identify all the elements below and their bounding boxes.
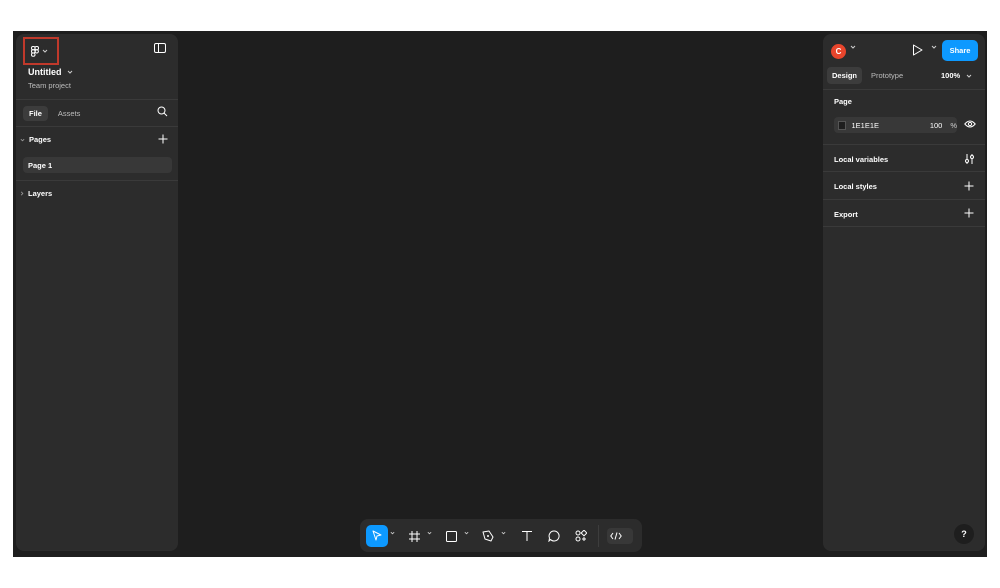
layers-section-header[interactable]: Layers: [20, 189, 52, 198]
tab-prototype[interactable]: Prototype: [866, 67, 908, 84]
chevron-down-icon[interactable]: [931, 45, 937, 49]
pen-tool-icon: [482, 530, 494, 542]
plus-icon[interactable]: [964, 181, 976, 193]
local-variables-label[interactable]: Local variables: [834, 155, 888, 164]
chevron-down-icon[interactable]: [850, 45, 856, 49]
plus-icon[interactable]: [964, 208, 976, 220]
pages-section-header[interactable]: Pages: [20, 135, 170, 144]
figma-logo-icon: [31, 45, 39, 57]
divider: [823, 89, 985, 90]
frame-tool-button[interactable]: [403, 525, 425, 547]
help-button[interactable]: ?: [954, 524, 974, 544]
divider: [823, 226, 985, 227]
rectangle-tool-icon: [445, 530, 457, 542]
chevron-down-icon: [42, 49, 48, 53]
file-name-button[interactable]: Untitled: [28, 67, 73, 77]
opacity-unit: %: [950, 120, 957, 130]
pages-label: Pages: [29, 135, 52, 144]
color-swatch[interactable]: [838, 120, 847, 130]
pen-tool-button[interactable]: [477, 525, 499, 547]
frame-tool-icon: [408, 530, 420, 542]
background-hex-input[interactable]: 1E1E1E: [851, 121, 916, 130]
dev-mode-code-icon: [610, 532, 622, 540]
project-name: Team project: [28, 81, 71, 90]
tab-assets[interactable]: Assets: [52, 106, 87, 121]
divider: [16, 126, 178, 127]
chevron-down-icon: [966, 71, 972, 80]
move-tool-button[interactable]: [366, 525, 388, 547]
chevron-down-icon[interactable]: [390, 531, 395, 535]
comment-tool-icon: [548, 530, 560, 542]
main-menu-button[interactable]: [23, 37, 59, 65]
chevron-down-icon: [67, 70, 73, 74]
plus-icon: [158, 134, 170, 144]
bottom-toolbar: [360, 519, 642, 552]
right-sidebar: C Share Design Prototype 100% Page 1E1E1…: [823, 34, 985, 551]
tab-design[interactable]: Design: [827, 67, 863, 84]
comment-tool-button[interactable]: [543, 525, 565, 547]
divider: [823, 144, 985, 145]
text-tool-button[interactable]: [516, 525, 538, 547]
page-list-item[interactable]: Page 1: [23, 157, 172, 173]
actions-tool-icon: [575, 530, 587, 542]
dev-mode-toggle[interactable]: [607, 528, 633, 544]
toolbar-divider: [598, 525, 599, 547]
tab-file[interactable]: File: [23, 106, 48, 121]
present-button[interactable]: [912, 44, 926, 58]
divider: [823, 199, 985, 200]
share-button[interactable]: Share: [942, 40, 978, 61]
chevron-down-icon[interactable]: [427, 531, 432, 535]
add-page-button[interactable]: [158, 134, 170, 146]
right-tabs: Design Prototype: [827, 67, 908, 84]
chevron-down-icon[interactable]: [464, 531, 469, 535]
variables-icon[interactable]: [964, 153, 976, 165]
divider: [823, 171, 985, 172]
zoom-value: 100%: [941, 71, 961, 80]
page-section-heading: Page: [834, 97, 852, 106]
eye-icon[interactable]: [964, 119, 976, 131]
play-icon: [912, 44, 926, 56]
chevron-down-icon: [20, 138, 25, 142]
layers-label: Layers: [28, 189, 53, 198]
sidebar-toggle-icon[interactable]: [154, 43, 168, 57]
actions-tool-button[interactable]: [570, 525, 592, 547]
text-tool-icon: [521, 530, 533, 542]
local-styles-label[interactable]: Local styles: [834, 182, 877, 191]
chevron-right-icon: [20, 191, 24, 196]
rectangle-tool-button[interactable]: [440, 525, 462, 547]
background-color-field[interactable]: 1E1E1E 100 %: [834, 117, 957, 133]
search-icon[interactable]: [157, 106, 171, 120]
chevron-down-icon[interactable]: [501, 531, 506, 535]
move-tool-icon: [371, 530, 383, 542]
divider: [16, 180, 178, 181]
left-tabs: File Assets: [23, 106, 86, 121]
zoom-dropdown[interactable]: 100%: [941, 71, 972, 80]
file-title: Untitled: [28, 67, 62, 77]
avatar[interactable]: C: [831, 44, 846, 59]
left-sidebar: Untitled Team project File Assets Pages: [16, 34, 178, 551]
export-label[interactable]: Export: [834, 210, 858, 219]
figma-app-window: Untitled Team project File Assets Pages: [13, 31, 987, 557]
canvas[interactable]: [181, 31, 821, 516]
divider: [16, 99, 178, 100]
opacity-input[interactable]: 100: [916, 121, 943, 130]
